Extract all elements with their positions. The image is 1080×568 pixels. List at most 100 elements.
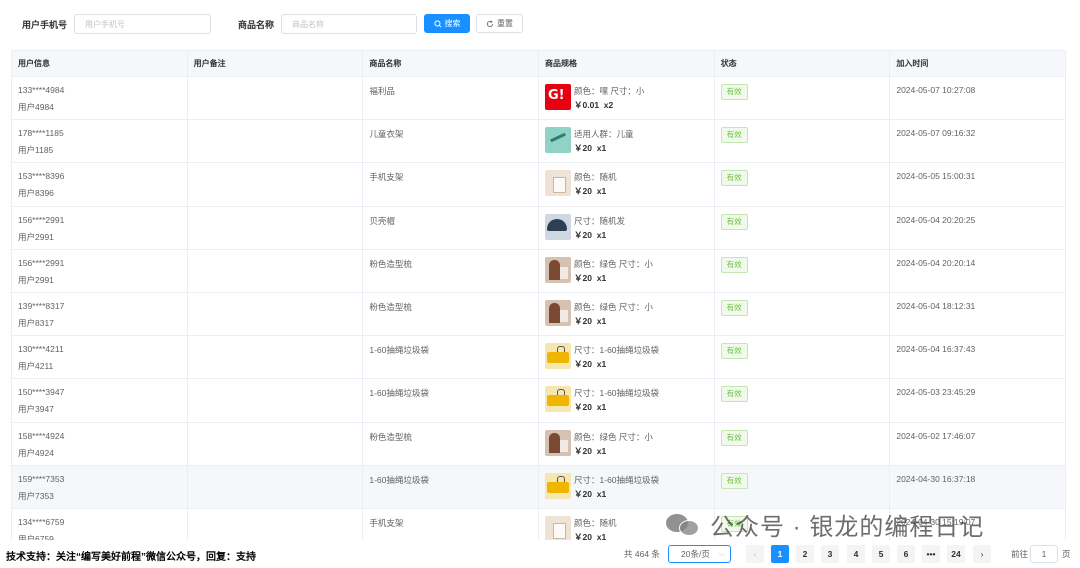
cell-product-spec: 颜色：随机 ￥20 x1 bbox=[539, 163, 715, 206]
spec-text: 颜色：随机 bbox=[574, 517, 617, 528]
cell-added-time: 2024-05-07 09:16:32 bbox=[896, 128, 976, 139]
product-thumbnail bbox=[545, 386, 572, 413]
status-badge: 有效 bbox=[720, 386, 748, 403]
page-ellipsis-button[interactable]: ••• bbox=[922, 545, 940, 563]
cell-added-time: 2024-04-30 16:37:18 bbox=[896, 473, 976, 484]
cell-status: 有效 bbox=[715, 465, 891, 508]
cell-user-info: 159****7353 用户7353 bbox=[12, 465, 188, 508]
cell-status: 有效 bbox=[715, 249, 891, 292]
page-button-1[interactable]: 1 bbox=[771, 545, 789, 563]
user-phone: 139****8317 bbox=[18, 300, 65, 311]
status-badge: 有效 bbox=[720, 127, 748, 144]
cell-user-note bbox=[188, 422, 364, 465]
cell-user-info: 130****4211 用户4211 bbox=[12, 336, 188, 379]
spec-price: ￥20 bbox=[574, 531, 592, 540]
spec-qty: x1 bbox=[596, 488, 607, 499]
search-icon bbox=[433, 19, 442, 28]
table-body: 133****4984 用户4984 福利品 G! 颜色：嘿 尺寸：小 ￥0.01 x2 有… bbox=[12, 77, 1065, 540]
cell-added-time: 2024-05-07 10:27:08 bbox=[896, 85, 976, 95]
product-label: 商品名称 bbox=[238, 20, 275, 30]
cell-user-note bbox=[188, 336, 364, 379]
user-name: 用户8396 bbox=[18, 188, 54, 199]
refresh-icon bbox=[486, 19, 493, 27]
footer-bar: 技术支持：关注“编写美好前程”微信公众号，回复：支持 共 464 条 20条/页… bbox=[0, 540, 1080, 568]
jump-page-input[interactable] bbox=[1030, 545, 1058, 563]
page-size-select[interactable]: 20条/页 ⌵ bbox=[668, 545, 731, 563]
spec-qty: x1 bbox=[596, 229, 607, 240]
watermark: 公众号 · 银龙的编程日记 bbox=[664, 507, 984, 541]
product-input[interactable] bbox=[281, 14, 417, 34]
spec-qty: x1 bbox=[596, 359, 607, 370]
table-row: 153****8396 用户8396 手机支架 颜色：随机 ￥20 x1 有效 2024-0… bbox=[12, 163, 1065, 207]
column-header: 用户备注 bbox=[188, 51, 364, 76]
cell-user-info: 133****4984 用户4984 bbox=[12, 77, 188, 120]
spec-text: 颜色：绿色 尺寸：小 bbox=[574, 301, 653, 312]
cell-added-time: 2024-05-03 23:45:29 bbox=[896, 387, 976, 398]
reset-button[interactable]: 重置 bbox=[476, 14, 523, 33]
chevron-right-icon: › bbox=[980, 549, 984, 559]
product-thumbnail bbox=[545, 343, 572, 370]
product-thumbnail bbox=[545, 170, 572, 197]
status-badge: 有效 bbox=[720, 256, 748, 273]
search-button[interactable]: 搜索 bbox=[424, 14, 470, 33]
cell-status: 有效 bbox=[715, 163, 891, 206]
status-badge: 有效 bbox=[720, 299, 748, 316]
cell-status: 有效 bbox=[715, 379, 891, 422]
cell-product-spec: 尺寸：1-60抽绳垃圾袋 ￥20 x1 bbox=[539, 379, 715, 422]
table-header: 用户信息 用户备注 商品名称 商品规格 状态 加入时间 bbox=[12, 50, 1065, 77]
page-button-6[interactable]: 6 bbox=[897, 545, 915, 563]
user-name: 用户3947 bbox=[18, 404, 54, 415]
page-button-2[interactable]: 2 bbox=[796, 545, 814, 563]
spec-text: 颜色：绿色 尺寸：小 bbox=[574, 431, 653, 442]
cell-status: 有效 bbox=[715, 120, 891, 163]
user-name: 用户4211 bbox=[18, 361, 54, 372]
cell-added-time: 2024-05-04 20:20:14 bbox=[896, 257, 976, 268]
table-row: 156****2991 用户2991 贝壳帽 尺寸：随机发 ￥20 x1 有效 2024-0… bbox=[12, 206, 1065, 250]
page-button-5[interactable]: 5 bbox=[872, 545, 890, 563]
spec-price: ￥20 bbox=[574, 359, 592, 370]
user-phone: 156****2991 bbox=[18, 257, 65, 268]
column-header: 商品规格 bbox=[539, 51, 715, 76]
cell-product-name: 手机支架 bbox=[363, 163, 540, 206]
cell-added-time: 2024-05-04 20:20:25 bbox=[896, 214, 976, 225]
user-phone: 130****4211 bbox=[18, 344, 64, 355]
cell-product-spec: 尺寸：1-60抽绳垃圾袋 ￥20 x1 bbox=[539, 336, 715, 379]
cell-product-spec: 适用人群：儿童 ￥20 x1 bbox=[539, 120, 715, 163]
cell-product-name: 1-60抽绳垃圾袋 bbox=[363, 465, 540, 508]
cell-product-name: 粉色造型梳 bbox=[363, 249, 540, 292]
cell-product-name: 1-60抽绳垃圾袋 bbox=[363, 336, 540, 379]
chevron-down-icon: ⌵ bbox=[718, 549, 725, 558]
spec-text: 尺寸：1-60抽绳垃圾袋 bbox=[574, 388, 660, 399]
spec-text: 颜色：绿色 尺寸：小 bbox=[574, 258, 653, 269]
cell-added-time: 2024-05-04 18:12:31 bbox=[896, 300, 976, 311]
spec-price: ￥20 bbox=[574, 143, 592, 154]
page-button-3[interactable]: 3 bbox=[821, 545, 839, 563]
user-phone: 133****4984 bbox=[18, 85, 65, 95]
phone-input[interactable] bbox=[74, 14, 211, 34]
prev-page-button[interactable]: ‹ bbox=[746, 545, 764, 563]
table-row: 130****4211 用户4211 1-60抽绳垃圾袋 尺寸：1-60抽绳垃圾袋 ￥2… bbox=[12, 336, 1065, 380]
wechat-icon bbox=[664, 510, 704, 538]
spec-qty: x1 bbox=[596, 445, 607, 456]
spec-text: 颜色：随机 bbox=[574, 172, 617, 183]
table-row: 158****4924 用户4924 粉色造型梳 颜色：绿色 尺寸：小 ￥20 x1 有效… bbox=[12, 422, 1065, 466]
page-button-last[interactable]: 24 bbox=[947, 545, 965, 563]
spec-price: ￥20 bbox=[574, 488, 592, 499]
page-button-4[interactable]: 4 bbox=[847, 545, 865, 563]
cell-product-spec: 颜色：绿色 尺寸：小 ￥20 x1 bbox=[539, 422, 715, 465]
product-thumbnail bbox=[545, 213, 572, 240]
user-phone: 178****1185 bbox=[18, 128, 64, 139]
spec-qty: x1 bbox=[596, 143, 607, 154]
user-name: 用户7353 bbox=[18, 490, 54, 501]
product-thumbnail: G! bbox=[545, 84, 572, 110]
product-thumbnail bbox=[545, 256, 572, 283]
status-badge: 有效 bbox=[720, 429, 748, 446]
user-name: 用户1185 bbox=[18, 145, 54, 156]
next-page-button[interactable]: › bbox=[973, 545, 991, 563]
cell-status: 有效 bbox=[715, 422, 891, 465]
column-header: 状态 bbox=[715, 51, 891, 76]
user-name: 用户4924 bbox=[18, 447, 54, 458]
cell-product-name: 贝壳帽 bbox=[363, 206, 540, 249]
cell-product-spec: 颜色：绿色 尺寸：小 ￥20 x1 bbox=[539, 249, 715, 292]
table-row: 133****4984 用户4984 福利品 G! 颜色：嘿 尺寸：小 ￥0.01 x2 有… bbox=[12, 77, 1065, 121]
